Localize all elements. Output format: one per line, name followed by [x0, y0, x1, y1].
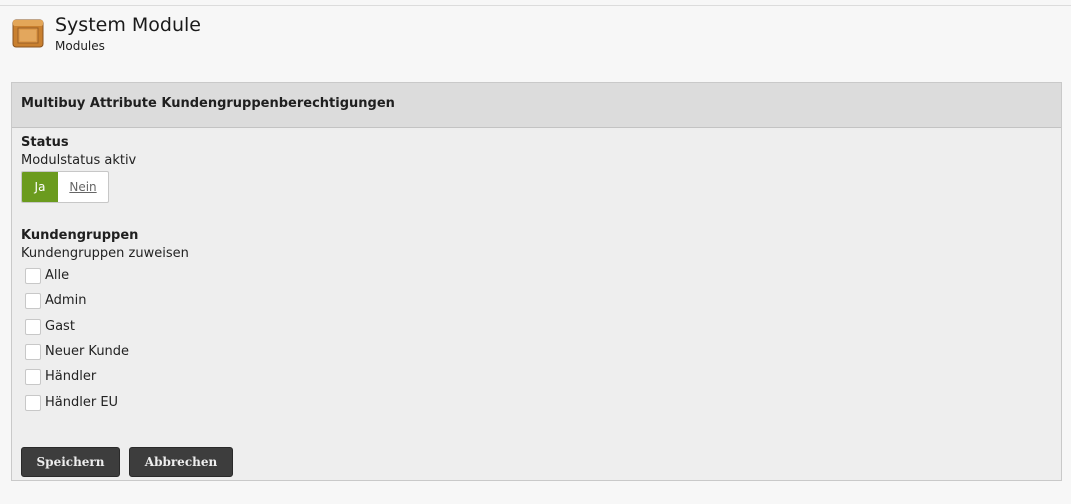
- toggle-no-option[interactable]: Nein: [58, 172, 108, 202]
- checkbox[interactable]: [25, 395, 41, 411]
- checkbox[interactable]: [25, 319, 41, 335]
- save-button[interactable]: Speichern: [21, 447, 120, 477]
- checkbox[interactable]: [25, 268, 41, 284]
- checkbox-label: Admin: [45, 293, 87, 308]
- checkbox[interactable]: [25, 293, 41, 309]
- page-subtitle: Modules: [55, 39, 105, 53]
- top-divider: [0, 5, 1071, 6]
- checkbox-label: Neuer Kunde: [45, 344, 130, 359]
- customer-groups-section-title: Kundengruppen: [21, 228, 139, 243]
- package-box-icon: [12, 17, 44, 49]
- toggle-yes-option[interactable]: Ja: [22, 172, 58, 202]
- checkbox[interactable]: [25, 344, 41, 360]
- checkbox-label: Gast: [45, 319, 75, 334]
- checkbox-label: Alle: [45, 268, 70, 283]
- customer-groups-label: Kundengruppen zuweisen: [21, 246, 189, 261]
- checkbox-label: Händler: [45, 369, 97, 384]
- status-section-title: Status: [21, 135, 69, 150]
- checkbox-label: Händler EU: [45, 395, 119, 410]
- panel-header: Multibuy Attribute Kundengruppenberechti…: [12, 83, 1061, 128]
- cancel-button[interactable]: Abbrechen: [129, 447, 233, 477]
- panel-title: Multibuy Attribute Kundengruppenberechti…: [21, 96, 395, 111]
- module-status-label: Modulstatus aktiv: [21, 153, 137, 168]
- settings-panel: Multibuy Attribute Kundengruppenberechti…: [11, 82, 1062, 481]
- page-title: System Module: [55, 14, 201, 36]
- module-status-toggle: Ja Nein: [21, 171, 109, 203]
- checkbox[interactable]: [25, 369, 41, 385]
